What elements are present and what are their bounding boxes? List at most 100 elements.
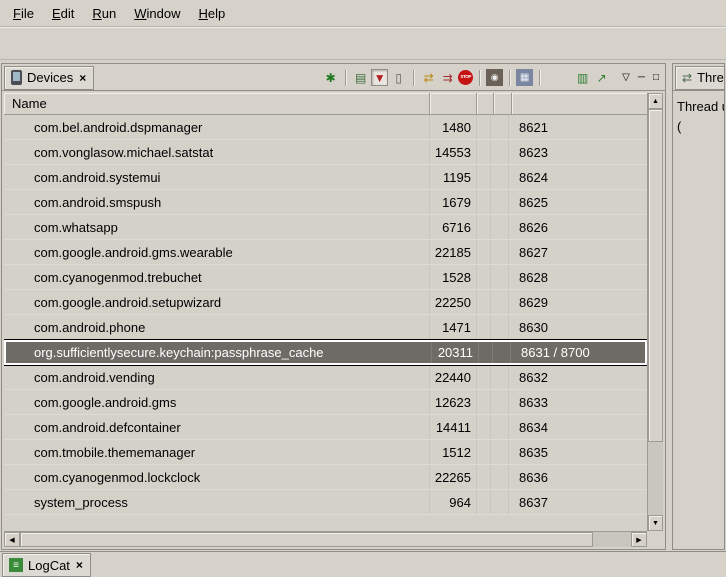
process-name: system_process <box>4 490 430 514</box>
process-port: 8629 <box>509 290 647 314</box>
spacer-cell <box>491 265 509 289</box>
process-pid: 14411 <box>430 415 477 439</box>
vertical-scrollbar[interactable]: ▲ ▼ <box>647 93 663 531</box>
spacer-cell <box>477 390 491 414</box>
threads-tabbar: ⇄ Threa × <box>673 64 724 91</box>
process-row[interactable]: com.vonglasow.michael.satstat145538623 <box>4 140 647 165</box>
screen-capture-icon[interactable]: ◉ <box>486 69 503 86</box>
sysinfo-icon[interactable]: ▥ <box>574 69 591 86</box>
spacer-cell <box>491 215 509 239</box>
spacer-cell <box>491 440 509 464</box>
toolbar-separator <box>509 70 510 86</box>
spacer-cell <box>477 215 491 239</box>
spacer-cell <box>491 315 509 339</box>
column-header-spacer[interactable] <box>477 93 494 115</box>
spacer-cell <box>477 265 491 289</box>
bottom-tab-bar: ≡ LogCat × <box>0 551 726 577</box>
minimize-button[interactable]: ─ <box>638 72 645 83</box>
process-row[interactable]: com.google.android.setupwizard222508629 <box>4 290 647 315</box>
close-icon[interactable]: × <box>78 71 87 85</box>
process-pid: 22185 <box>430 240 477 264</box>
process-name: org.sufficientlysecure.keychain:passphra… <box>6 342 432 363</box>
horizontal-scrollbar[interactable]: ◀ ▶ <box>4 531 647 547</box>
update-heap-icon[interactable]: ▤ <box>352 69 369 86</box>
menu-edit[interactable]: Edit <box>43 2 83 25</box>
horizontal-scrollbar-track[interactable] <box>593 532 631 547</box>
dump-hprof-icon[interactable]: ▼ <box>371 69 388 86</box>
tab-logcat[interactable]: ≡ LogCat × <box>2 553 91 577</box>
process-pid: 1471 <box>430 315 477 339</box>
column-header-port[interactable] <box>512 93 647 115</box>
process-port: 8628 <box>509 265 647 289</box>
toolbar-separator <box>479 70 480 86</box>
horizontal-scrollbar-thumb[interactable] <box>20 532 593 547</box>
view-menu-button[interactable]: ▽ <box>622 72 630 83</box>
frame-capture-icon[interactable]: ▦ <box>516 69 533 86</box>
process-pid: 22440 <box>430 365 477 389</box>
process-row[interactable]: com.whatsapp67168626 <box>4 215 647 240</box>
threads-tab-label: Threa <box>697 70 725 85</box>
column-header-pid[interactable] <box>430 93 477 115</box>
debug-process-icon[interactable]: ✱ <box>322 69 339 86</box>
process-row[interactable]: com.cyanogenmod.trebuchet15288628 <box>4 265 647 290</box>
process-row[interactable]: com.google.android.gms126238633 <box>4 390 647 415</box>
scroll-right-button[interactable]: ▶ <box>631 532 647 547</box>
process-row[interactable]: com.android.vending224408632 <box>4 365 647 390</box>
spacer-cell <box>491 290 509 314</box>
maximize-button[interactable]: □ <box>653 72 659 83</box>
toolbar-separator <box>345 70 346 86</box>
update-threads-icon[interactable]: ⇄ <box>420 69 437 86</box>
process-port: 8636 <box>509 465 647 489</box>
gc-trash-icon[interactable]: ▯ <box>390 69 407 86</box>
spacer-cell <box>491 115 509 139</box>
process-row[interactable]: org.sufficientlysecure.keychain:passphra… <box>4 340 647 365</box>
vertical-scrollbar-thumb[interactable] <box>648 109 663 442</box>
column-header-name[interactable]: Name <box>4 93 430 115</box>
workbench: Devices × ✱▤▼▯⇄⇉STOP◉▦▥↗ ▽ ─ □ Name com.… <box>0 61 726 551</box>
spacer-cell <box>477 140 491 164</box>
process-row[interactable]: com.android.smspush16798625 <box>4 190 647 215</box>
process-row[interactable]: com.android.systemui11958624 <box>4 165 647 190</box>
process-pid: 1528 <box>430 265 477 289</box>
spacer-cell <box>477 315 491 339</box>
process-name: com.android.vending <box>4 365 430 389</box>
menu-run[interactable]: Run <box>83 2 125 25</box>
process-row[interactable]: com.bel.android.dspmanager14808621 <box>4 115 647 140</box>
process-table-header: Name <box>4 93 647 115</box>
menu-window[interactable]: Window <box>125 2 189 25</box>
process-port: 8626 <box>509 215 647 239</box>
process-row[interactable]: com.cyanogenmod.lockclock222658636 <box>4 465 647 490</box>
process-row[interactable]: com.google.android.gms.wearable221858627 <box>4 240 647 265</box>
process-name: com.google.android.setupwizard <box>4 290 430 314</box>
tab-threads[interactable]: ⇄ Threa × <box>675 66 725 90</box>
close-icon[interactable]: × <box>75 558 84 572</box>
scroll-up-button[interactable]: ▲ <box>648 93 663 109</box>
method-profiling-icon[interactable]: ⇉ <box>439 69 456 86</box>
process-row[interactable]: com.android.phone14718630 <box>4 315 647 340</box>
menu-help[interactable]: Help <box>189 2 234 25</box>
network-stats-icon[interactable]: ↗ <box>593 69 610 86</box>
devices-tab-label: Devices <box>27 70 73 85</box>
device-icon <box>11 70 22 85</box>
devices-toolbar: ✱ ▤▼▯ ⇄⇉STOP ◉ ▦ ▥↗ <box>322 69 610 86</box>
process-row[interactable]: com.android.defcontainer144118634 <box>4 415 647 440</box>
menu-file[interactable]: File <box>4 2 43 25</box>
process-port: 8635 <box>509 440 647 464</box>
column-header-spacer[interactable] <box>494 93 512 115</box>
process-pid: 14553 <box>430 140 477 164</box>
scroll-down-button[interactable]: ▼ <box>648 515 663 531</box>
process-port: 8624 <box>509 165 647 189</box>
spacer-cell <box>477 190 491 214</box>
process-row[interactable]: system_process9648637 <box>4 490 647 515</box>
scroll-left-button[interactable]: ◀ <box>4 532 20 547</box>
process-port: 8633 <box>509 390 647 414</box>
process-name: com.google.android.gms.wearable <box>4 240 430 264</box>
spacer-cell <box>477 440 491 464</box>
toolbar-gap <box>546 77 572 78</box>
tab-devices[interactable]: Devices × <box>4 66 94 90</box>
process-name: com.android.systemui <box>4 165 430 189</box>
process-row[interactable]: com.tmobile.thememanager15128635 <box>4 440 647 465</box>
view-controls: ▽ ─ □ <box>622 72 659 83</box>
vertical-scrollbar-track[interactable] <box>648 442 663 515</box>
stop-process-icon[interactable]: STOP <box>458 70 473 85</box>
